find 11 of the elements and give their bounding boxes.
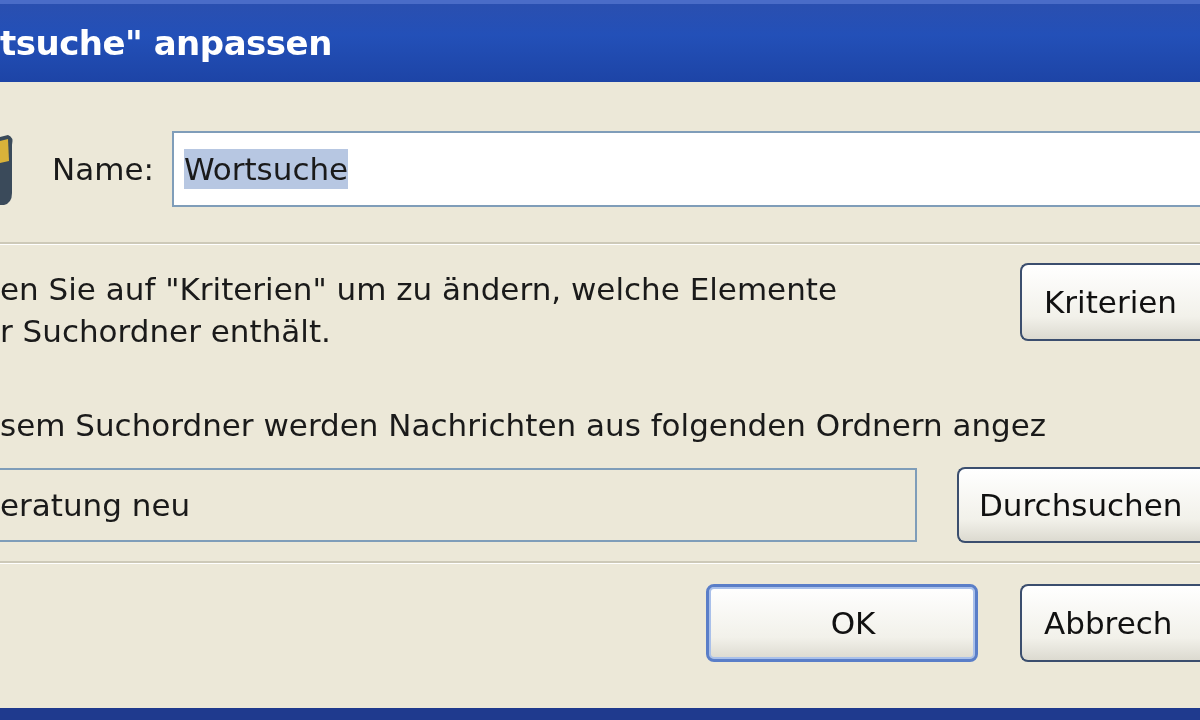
window-title: tsuche" anpassen xyxy=(0,23,332,63)
description-text: r Suchordner enthält. xyxy=(0,313,332,349)
folders-label: sem Suchordner werden Nachrichten aus folgenden Ordnern angez xyxy=(0,407,1048,443)
browse-button[interactable]: Durchsuchen xyxy=(957,467,1200,543)
ok-button[interactable]: OK xyxy=(706,584,978,662)
name-label: Name: xyxy=(52,151,154,187)
folder-field[interactable]: eratung neu xyxy=(0,468,917,542)
criteria-button[interactable]: Kriterien xyxy=(1020,263,1200,341)
cancel-button[interactable]: Abbrech xyxy=(1020,584,1200,662)
name-field[interactable]: Wortsuche xyxy=(171,131,1200,207)
description-text: en Sie auf "Kriterien" um zu ändern, welche Elemente xyxy=(0,271,838,307)
